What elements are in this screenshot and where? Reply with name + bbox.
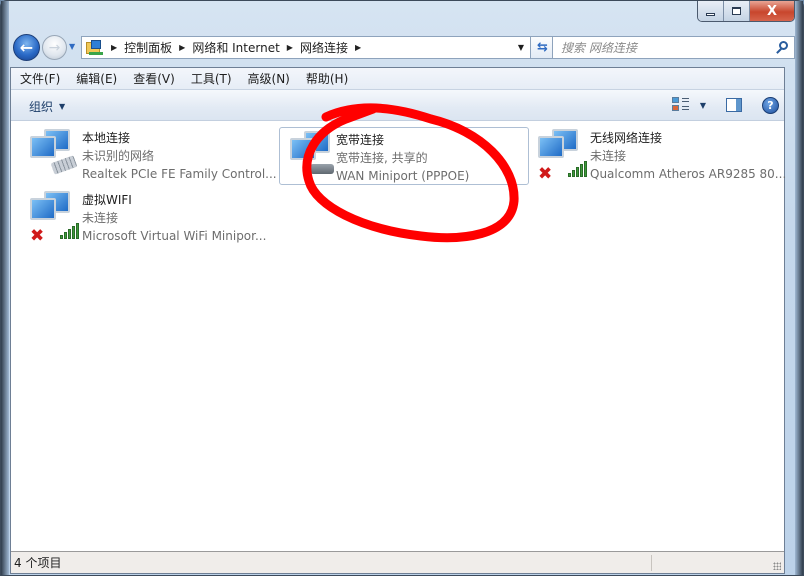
connection-adapter: Realtek PCIe FE Family Control... — [82, 167, 277, 181]
connection-status: 未连接 — [82, 211, 119, 225]
change-view-icon[interactable] — [671, 97, 690, 113]
breadcrumb-separator-icon[interactable]: ▶ — [179, 43, 185, 52]
command-bar: 组织 ▼ ▼ ? — [11, 90, 784, 121]
resize-grip-icon[interactable] — [773, 562, 781, 570]
window-border-right — [795, 1, 803, 575]
breadcrumb-network-connections[interactable]: 网络连接 — [300, 39, 348, 56]
search-input[interactable]: 搜索 网络连接 — [553, 39, 772, 56]
connection-item-wireless[interactable]: ✖ 无线网络连接 未连接 Qualcomm Atheros AR9285 80.… — [528, 126, 786, 184]
preview-pane-icon[interactable] — [726, 98, 742, 112]
menu-file[interactable]: 文件(F) — [20, 70, 60, 87]
connection-status: 未连接 — [590, 149, 627, 163]
organize-button[interactable]: 组织 ▼ — [29, 98, 65, 115]
minimize-button[interactable] — [698, 1, 724, 21]
connection-adapter: Microsoft Virtual WiFi Minipor... — [82, 229, 267, 243]
navigation-bar: ← → ▼ ▶ 控制面板 ▶ 网络和 Internet ▶ 网络连接 ▶ ▼ ⇆… — [11, 34, 795, 62]
connection-status: 宽带连接, 共享的 — [336, 151, 428, 165]
connection-adapter: Qualcomm Atheros AR9285 80... — [590, 167, 787, 181]
explorer-window: X ← → ▼ ▶ 控制面板 ▶ 网络和 Internet ▶ 网络连接 ▶ ▼… — [0, 0, 804, 576]
forward-button[interactable]: → — [42, 35, 67, 60]
connection-item-broadband[interactable]: 宽带连接 宽带连接, 共享的 WAN Miniport (PPPOE) — [279, 127, 529, 185]
connection-name: 本地连接 — [82, 131, 131, 145]
breadcrumb-separator-icon[interactable]: ▶ — [287, 43, 293, 52]
connection-list: 本地连接 未识别的网络 Realtek PCIe FE Family Contr… — [11, 122, 786, 552]
back-button[interactable]: ← — [13, 34, 40, 61]
chevron-down-icon: ▼ — [69, 42, 76, 51]
connection-name: 虚拟WIFI — [82, 193, 132, 207]
address-dropdown-icon[interactable]: ▼ — [518, 43, 524, 52]
connection-item-local[interactable]: 本地连接 未识别的网络 Realtek PCIe FE Family Contr… — [20, 126, 277, 184]
connection-adapter: WAN Miniport (PPPOE) — [336, 169, 470, 183]
connection-name: 宽带连接 — [336, 133, 385, 147]
view-options-dropdown-icon[interactable]: ▼ — [700, 101, 706, 110]
connection-status: 未识别的网络 — [82, 149, 155, 163]
command-bar-right: ▼ ? — [671, 94, 784, 116]
menu-advanced[interactable]: 高级(N) — [248, 70, 290, 87]
organize-label: 组织 — [29, 100, 54, 114]
status-divider — [651, 555, 652, 571]
menu-bar: 文件(F) 编辑(E) 查看(V) 工具(T) 高级(N) 帮助(H) — [11, 68, 784, 90]
wireless-network-icon: ✖ — [30, 191, 80, 245]
minimize-icon — [706, 12, 715, 16]
content-frame: 文件(F) 编辑(E) 查看(V) 工具(T) 高级(N) 帮助(H) 组织 ▼… — [10, 67, 786, 574]
disconnected-x-icon: ✖ — [30, 226, 45, 246]
wired-network-icon — [30, 129, 80, 183]
connection-item-virtual-wifi[interactable]: ✖ 虚拟WIFI 未连接 Microsoft Virtual WiFi Mini… — [20, 188, 270, 246]
recent-pages-button[interactable]: ▼ — [69, 42, 75, 51]
disconnected-x-icon: ✖ — [538, 164, 553, 184]
item-count: 4 个项目 — [14, 556, 62, 570]
signal-strength-icon — [568, 161, 588, 177]
back-arrow-icon: ← — [19, 38, 34, 57]
help-icon[interactable]: ? — [762, 96, 779, 114]
maximize-button[interactable] — [724, 1, 750, 21]
breadcrumb-separator-icon[interactable]: ▶ — [111, 43, 117, 52]
refresh-icon: ⇆ — [537, 40, 548, 55]
address-bar[interactable]: ▶ 控制面板 ▶ 网络和 Internet ▶ 网络连接 ▶ ▼ — [81, 36, 531, 59]
wireless-network-icon: ✖ — [538, 129, 588, 183]
menu-tools[interactable]: 工具(T) — [191, 70, 232, 87]
breadcrumb-network-internet[interactable]: 网络和 Internet — [192, 39, 279, 56]
status-bar: 4 个项目 — [11, 551, 784, 573]
search-icon[interactable] — [772, 39, 790, 57]
menu-view[interactable]: 查看(V) — [133, 70, 175, 87]
menu-help[interactable]: 帮助(H) — [306, 70, 348, 87]
maximize-icon — [732, 7, 741, 15]
chevron-down-icon: ▼ — [59, 102, 66, 111]
caption-buttons: X — [697, 1, 795, 22]
connection-name: 无线网络连接 — [590, 131, 663, 145]
search-box[interactable]: 搜索 网络连接 — [552, 36, 795, 59]
control-panel-network-icon — [86, 39, 104, 56]
window-border-left — [1, 1, 9, 575]
ethernet-cable-icon — [50, 155, 78, 175]
broadband-network-icon — [290, 131, 340, 185]
breadcrumb-separator-icon[interactable]: ▶ — [355, 43, 361, 52]
menu-edit[interactable]: 编辑(E) — [76, 70, 117, 87]
signal-strength-icon — [60, 223, 80, 239]
breadcrumb-control-panel[interactable]: 控制面板 — [124, 39, 172, 56]
forward-arrow-icon: → — [48, 39, 61, 56]
modem-icon — [310, 164, 334, 174]
close-button[interactable]: X — [750, 1, 794, 21]
